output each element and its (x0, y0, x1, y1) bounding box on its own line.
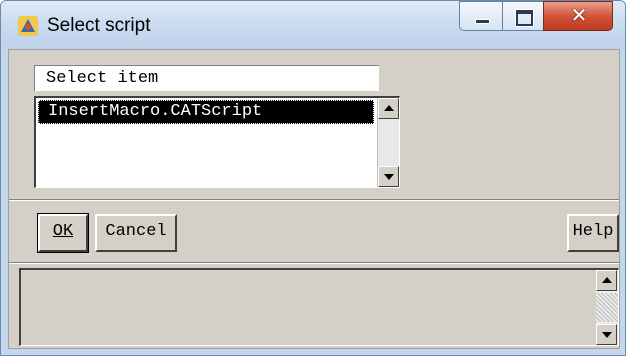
list-item-label: InsertMacro.CATScript (48, 102, 263, 121)
cancel-button[interactable]: Cancel (95, 214, 177, 252)
catia-app-icon (18, 16, 38, 36)
maximize-button[interactable] (502, 1, 544, 31)
close-icon: ✕ (570, 3, 588, 27)
scroll-up-button[interactable] (378, 98, 399, 119)
close-button[interactable]: ✕ (543, 1, 613, 31)
arrow-down-icon (384, 174, 394, 180)
message-scroll-down-button[interactable] (596, 324, 617, 345)
minimize-icon (475, 19, 490, 24)
divider-top (9, 199, 619, 201)
ok-button-label: OK (52, 222, 74, 241)
title-bar[interactable]: Select script ✕ (1, 1, 625, 49)
help-button[interactable]: Help (567, 214, 619, 252)
list-item-selected[interactable]: InsertMacro.CATScript (38, 100, 374, 124)
message-scrollbar[interactable] (596, 270, 618, 345)
minimize-button[interactable] (459, 1, 503, 31)
arrow-up-icon (384, 105, 394, 111)
dialog-window: Select script ✕ Select item InsertMacro.… (0, 0, 626, 356)
cancel-button-label: Cancel (105, 222, 167, 241)
window-title: Select script (47, 15, 151, 36)
arrow-up-icon (602, 277, 612, 283)
maximize-icon (516, 10, 533, 26)
message-area (19, 268, 619, 346)
scroll-down-button[interactable] (378, 166, 399, 187)
dialog-body: Select item InsertMacro.CATScript OK Can… (8, 49, 620, 349)
select-item-label: Select item (46, 69, 159, 88)
select-item-header: Select item (34, 65, 379, 91)
help-button-label: Help (572, 222, 614, 241)
message-scroll-track[interactable] (596, 293, 618, 322)
arrow-down-icon (602, 332, 612, 338)
script-listbox[interactable]: InsertMacro.CATScript (34, 96, 400, 188)
message-scroll-up-button[interactable] (596, 270, 617, 291)
scroll-thumb[interactable] (378, 119, 399, 167)
divider-bottom (9, 262, 619, 264)
ok-button[interactable]: OK (37, 213, 89, 253)
listbox-scrollbar[interactable] (377, 98, 399, 187)
